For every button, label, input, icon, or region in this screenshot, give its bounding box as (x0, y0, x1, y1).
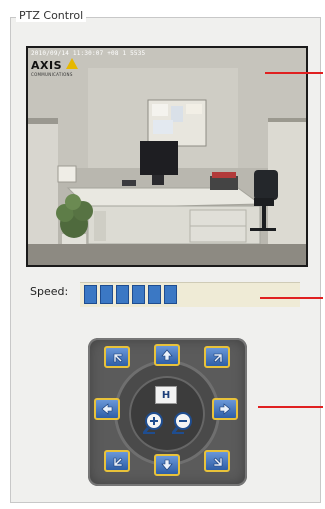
zoom-in-icon (142, 412, 163, 434)
arrow-down-icon (161, 459, 173, 471)
panel-title: PTZ Control (16, 9, 87, 22)
zoom-in-button[interactable] (141, 410, 167, 436)
camera-timestamp: 2010/09/14 11:30:07 +08 1 5535 (31, 50, 146, 57)
ptz-callout-line (258, 406, 323, 408)
axis-logo-subtitle: COMMUNICATIONS (31, 72, 73, 77)
zoom-out-button[interactable] (170, 410, 196, 436)
pan-down-left-button[interactable] (104, 450, 130, 472)
speed-label: Speed: (30, 285, 69, 298)
arrow-down-left-icon (113, 457, 123, 467)
pan-down-right-button[interactable] (204, 450, 230, 472)
speed-level-block (116, 285, 129, 304)
axis-logo: AXIS (31, 59, 63, 72)
tilt-down-button[interactable] (154, 454, 180, 476)
tilt-up-button[interactable] (154, 344, 180, 366)
speed-slider[interactable] (80, 282, 300, 307)
speed-level-block (164, 285, 177, 304)
ptz-control-pad: H (88, 338, 247, 486)
pan-up-left-button[interactable] (104, 346, 130, 368)
pan-up-right-button[interactable] (204, 346, 230, 368)
camera-image (28, 48, 306, 265)
pan-right-button[interactable] (212, 398, 238, 420)
arrow-down-right-icon (213, 457, 223, 467)
speed-level-block (100, 285, 113, 304)
pan-left-button[interactable] (94, 398, 120, 420)
arrow-right-icon (219, 403, 231, 415)
speed-callout-line (260, 297, 323, 299)
zoom-out-icon (171, 412, 192, 434)
speed-level-block (132, 285, 145, 304)
home-button[interactable]: H (155, 386, 177, 404)
speed-level-block (148, 285, 161, 304)
camera-callout-line (265, 72, 323, 74)
arrow-up-left-icon (113, 353, 123, 363)
camera-feed[interactable]: 2010/09/14 11:30:07 +08 1 5535 AXIS COMM… (26, 46, 308, 267)
axis-logo-mark-icon (66, 58, 78, 69)
arrow-up-right-icon (213, 353, 223, 363)
arrow-up-icon (161, 349, 173, 361)
arrow-left-icon (101, 403, 113, 415)
speed-level-block (84, 285, 97, 304)
